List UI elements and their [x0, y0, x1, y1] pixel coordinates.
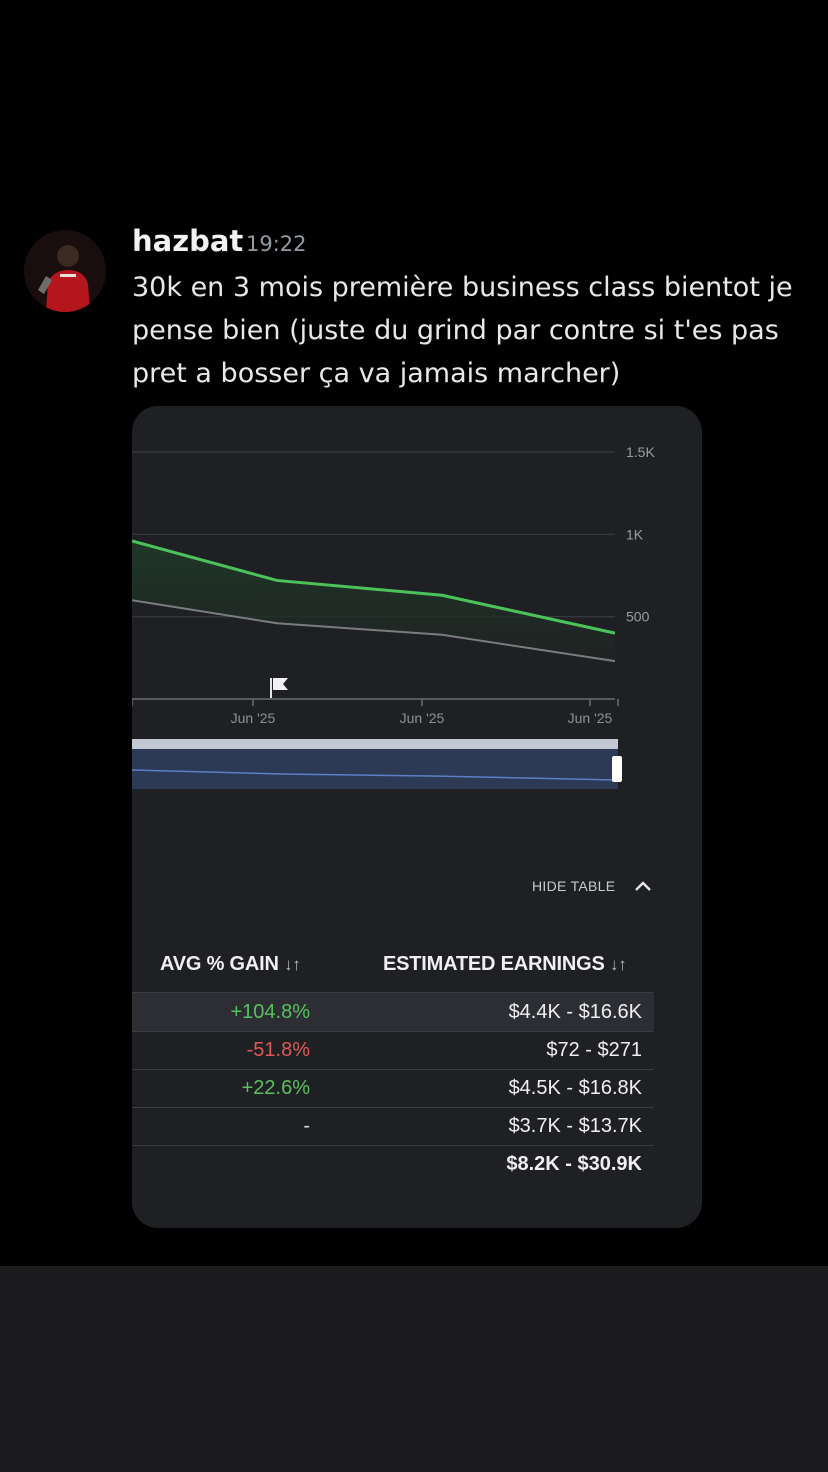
x-tick-label: Jun '25 [400, 710, 445, 726]
image-attachment[interactable]: 1.5K 1K 500 Jun '25 Jun '25 Jun '25 HIDE TAB… [132, 406, 702, 1228]
message-timestamp: 19:22 [246, 232, 307, 256]
earnings-cell: $4.4K - $16.6K [508, 1001, 642, 1023]
username[interactable]: hazbat [132, 224, 243, 258]
table-row[interactable]: +104.8% $4.4K - $16.6K [132, 992, 654, 1032]
x-axis-ticks: Jun '25 Jun '25 Jun '25 [132, 699, 619, 726]
avg-gain-cell: - [303, 1115, 310, 1137]
avg-gain-cell: -51.8% [246, 1039, 310, 1061]
x-tick-label: Jun '25 [568, 710, 613, 726]
chart-area-fill [132, 540, 615, 662]
avg-gain-cell: +22.6% [241, 1077, 310, 1099]
table-row[interactable]: - $3.7K - $13.7K [132, 1107, 654, 1146]
earnings-chart: 1.5K 1K 500 Jun '25 Jun '25 Jun '25 [132, 444, 655, 789]
avatar-image-icon [24, 230, 106, 312]
sort-icon[interactable]: ↓↑ [284, 955, 301, 974]
table-row[interactable]: +22.6% $4.5K - $16.8K [132, 1069, 654, 1108]
flag-marker-icon[interactable] [270, 678, 288, 698]
header-label: ESTIMATED EARNINGS [383, 953, 605, 975]
chat-message[interactable]: hazbat 19:22 30k en 3 mois première busi… [0, 206, 828, 1266]
total-earnings-cell: $8.2K - $30.9K [506, 1153, 642, 1175]
message-text: 30k en 3 mois première business class bi… [132, 272, 793, 389]
column-header-estimated-earnings[interactable]: ESTIMATED EARNINGS ↓↑ [383, 953, 627, 976]
y-tick-label: 500 [626, 609, 650, 625]
sort-icon[interactable]: ↓↑ [610, 955, 627, 974]
earnings-cell: $3.7K - $13.7K [508, 1115, 642, 1137]
earnings-cell: $4.5K - $16.8K [508, 1077, 642, 1099]
avatar[interactable] [24, 230, 106, 312]
x-tick-label: Jun '25 [231, 710, 276, 726]
chevron-up-icon[interactable] [634, 880, 652, 892]
top-empty-area [0, 0, 828, 206]
header-label: AVG % GAIN [160, 953, 279, 975]
range-navigator[interactable] [132, 739, 622, 789]
y-axis-ticks: 1.5K 1K 500 [626, 444, 655, 625]
table-row[interactable]: -51.8% $72 - $271 [132, 1031, 654, 1070]
y-tick-label: 1.5K [626, 444, 655, 460]
earnings-cell: $72 - $271 [546, 1039, 642, 1061]
column-header-avg-gain[interactable]: AVG % GAIN ↓↑ [160, 953, 301, 976]
bottom-empty-area [0, 1266, 828, 1472]
y-tick-label: 1K [626, 526, 644, 542]
avg-gain-cell: +104.8% [230, 1001, 310, 1023]
table-total-row: $8.2K - $30.9K [132, 1145, 654, 1183]
hide-table-button[interactable]: HIDE TABLE [532, 878, 615, 894]
range-handle[interactable] [612, 756, 622, 782]
